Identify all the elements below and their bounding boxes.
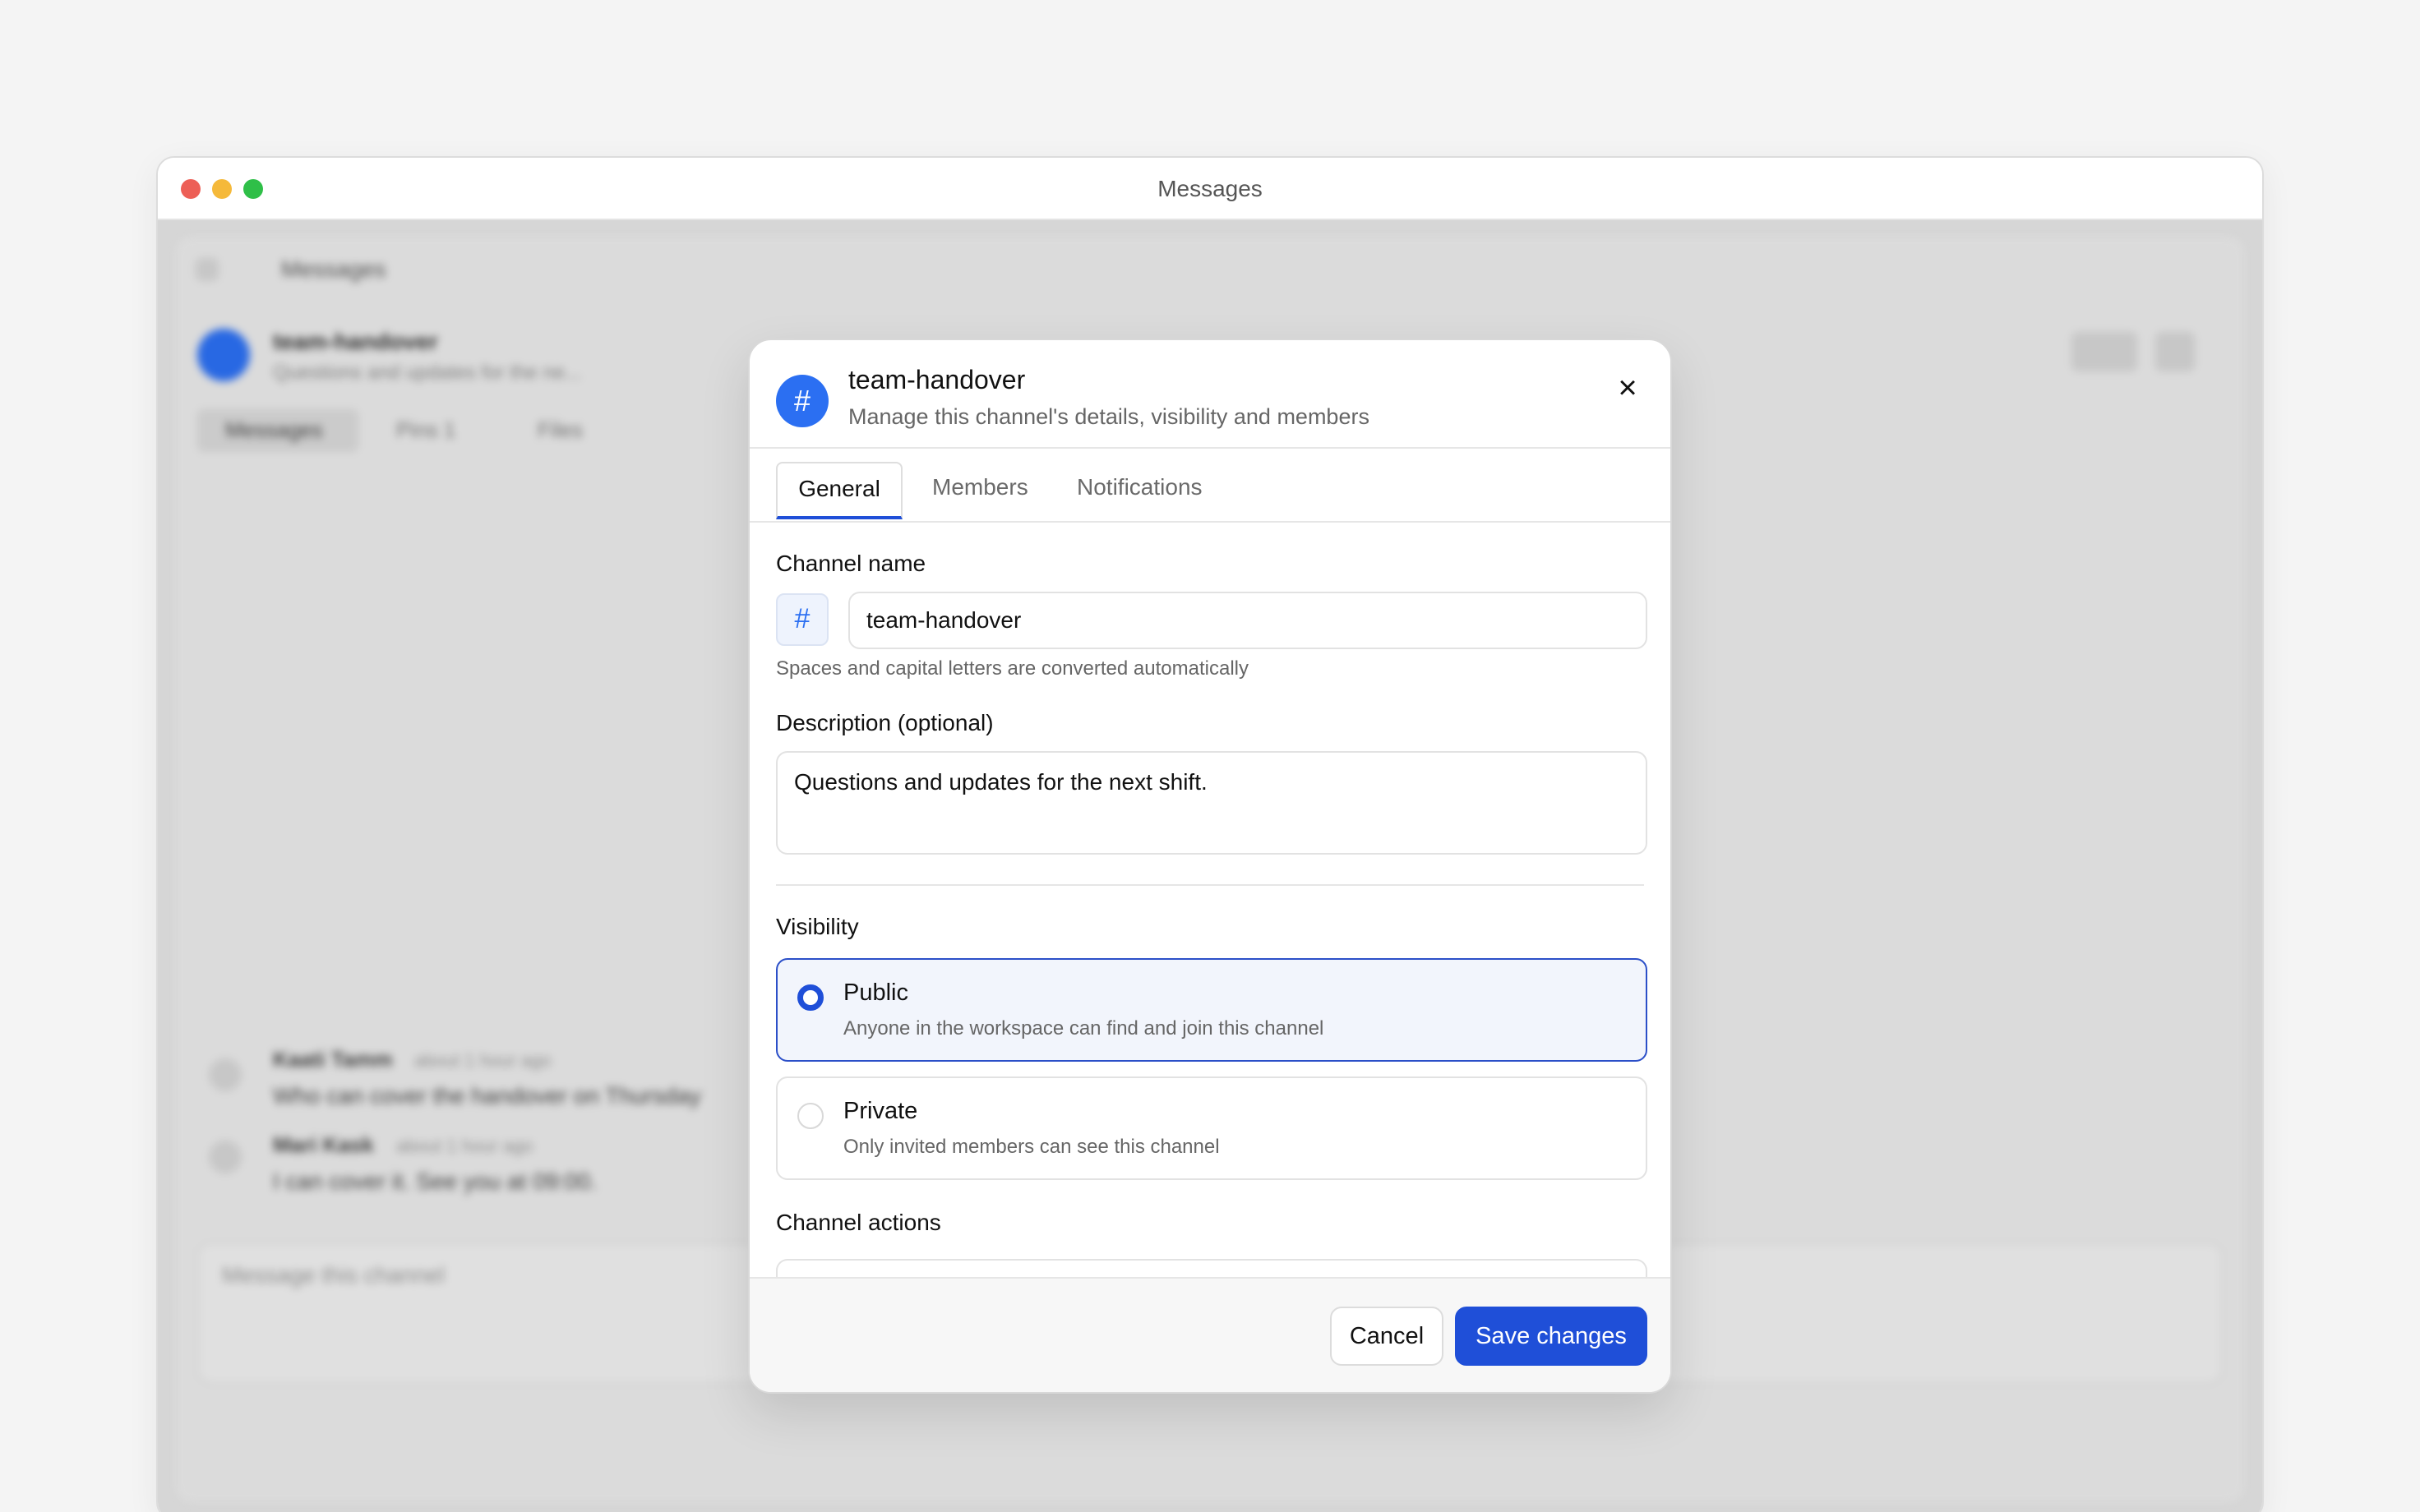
section-divider <box>776 884 1644 886</box>
tab-members[interactable]: Members <box>911 462 1050 519</box>
save-changes-button[interactable]: Save changes <box>1455 1307 1647 1366</box>
visibility-option-description: Only invited members can see this channe… <box>843 1136 1220 1158</box>
channel-name-input[interactable]: team-handover <box>848 592 1647 649</box>
title-bar: Messages <box>158 158 2262 220</box>
channel-name-prefix-icon: # <box>776 593 829 646</box>
visibility-option-public[interactable]: Public Anyone in the workspace can find … <box>776 958 1647 1062</box>
visibility-label: Visibility <box>776 914 859 939</box>
window-title: Messages <box>1157 176 1263 201</box>
radio-private[interactable] <box>797 1103 824 1129</box>
channel-name-hint: Spaces and capital letters are converted… <box>776 657 1249 680</box>
dialog-header: # team-handover Manage this channel's de… <box>750 340 1670 449</box>
description-label: Description (optional) <box>776 710 994 735</box>
dialog-subtitle: Manage this channel's details, visibilit… <box>848 404 1369 429</box>
tab-general[interactable]: General <box>776 462 903 519</box>
tab-notifications[interactable]: Notifications <box>1055 462 1224 519</box>
channel-settings-dialog: # team-handover Manage this channel's de… <box>748 339 1672 1394</box>
close-icon[interactable]: × <box>1609 370 1646 406</box>
visibility-option-description: Anyone in the workspace can find and joi… <box>843 1017 1324 1040</box>
channel-actions-label: Channel actions <box>776 1210 941 1235</box>
channel-name-label: Channel name <box>776 551 926 576</box>
radio-public[interactable] <box>797 984 824 1011</box>
visibility-option-title: Public <box>843 980 908 1006</box>
visibility-option-title: Private <box>843 1098 918 1124</box>
cancel-button[interactable]: Cancel <box>1330 1307 1443 1366</box>
dialog-tabs: General Members Notifications <box>750 450 1670 523</box>
channel-hash-icon: # <box>776 375 829 427</box>
visibility-option-private[interactable]: Private Only invited members can see thi… <box>776 1076 1647 1180</box>
dialog-title: team-handover <box>848 365 1026 394</box>
dialog-footer: Cancel Save changes <box>750 1277 1670 1392</box>
description-textarea[interactable]: Questions and updates for the next shift… <box>776 751 1647 855</box>
